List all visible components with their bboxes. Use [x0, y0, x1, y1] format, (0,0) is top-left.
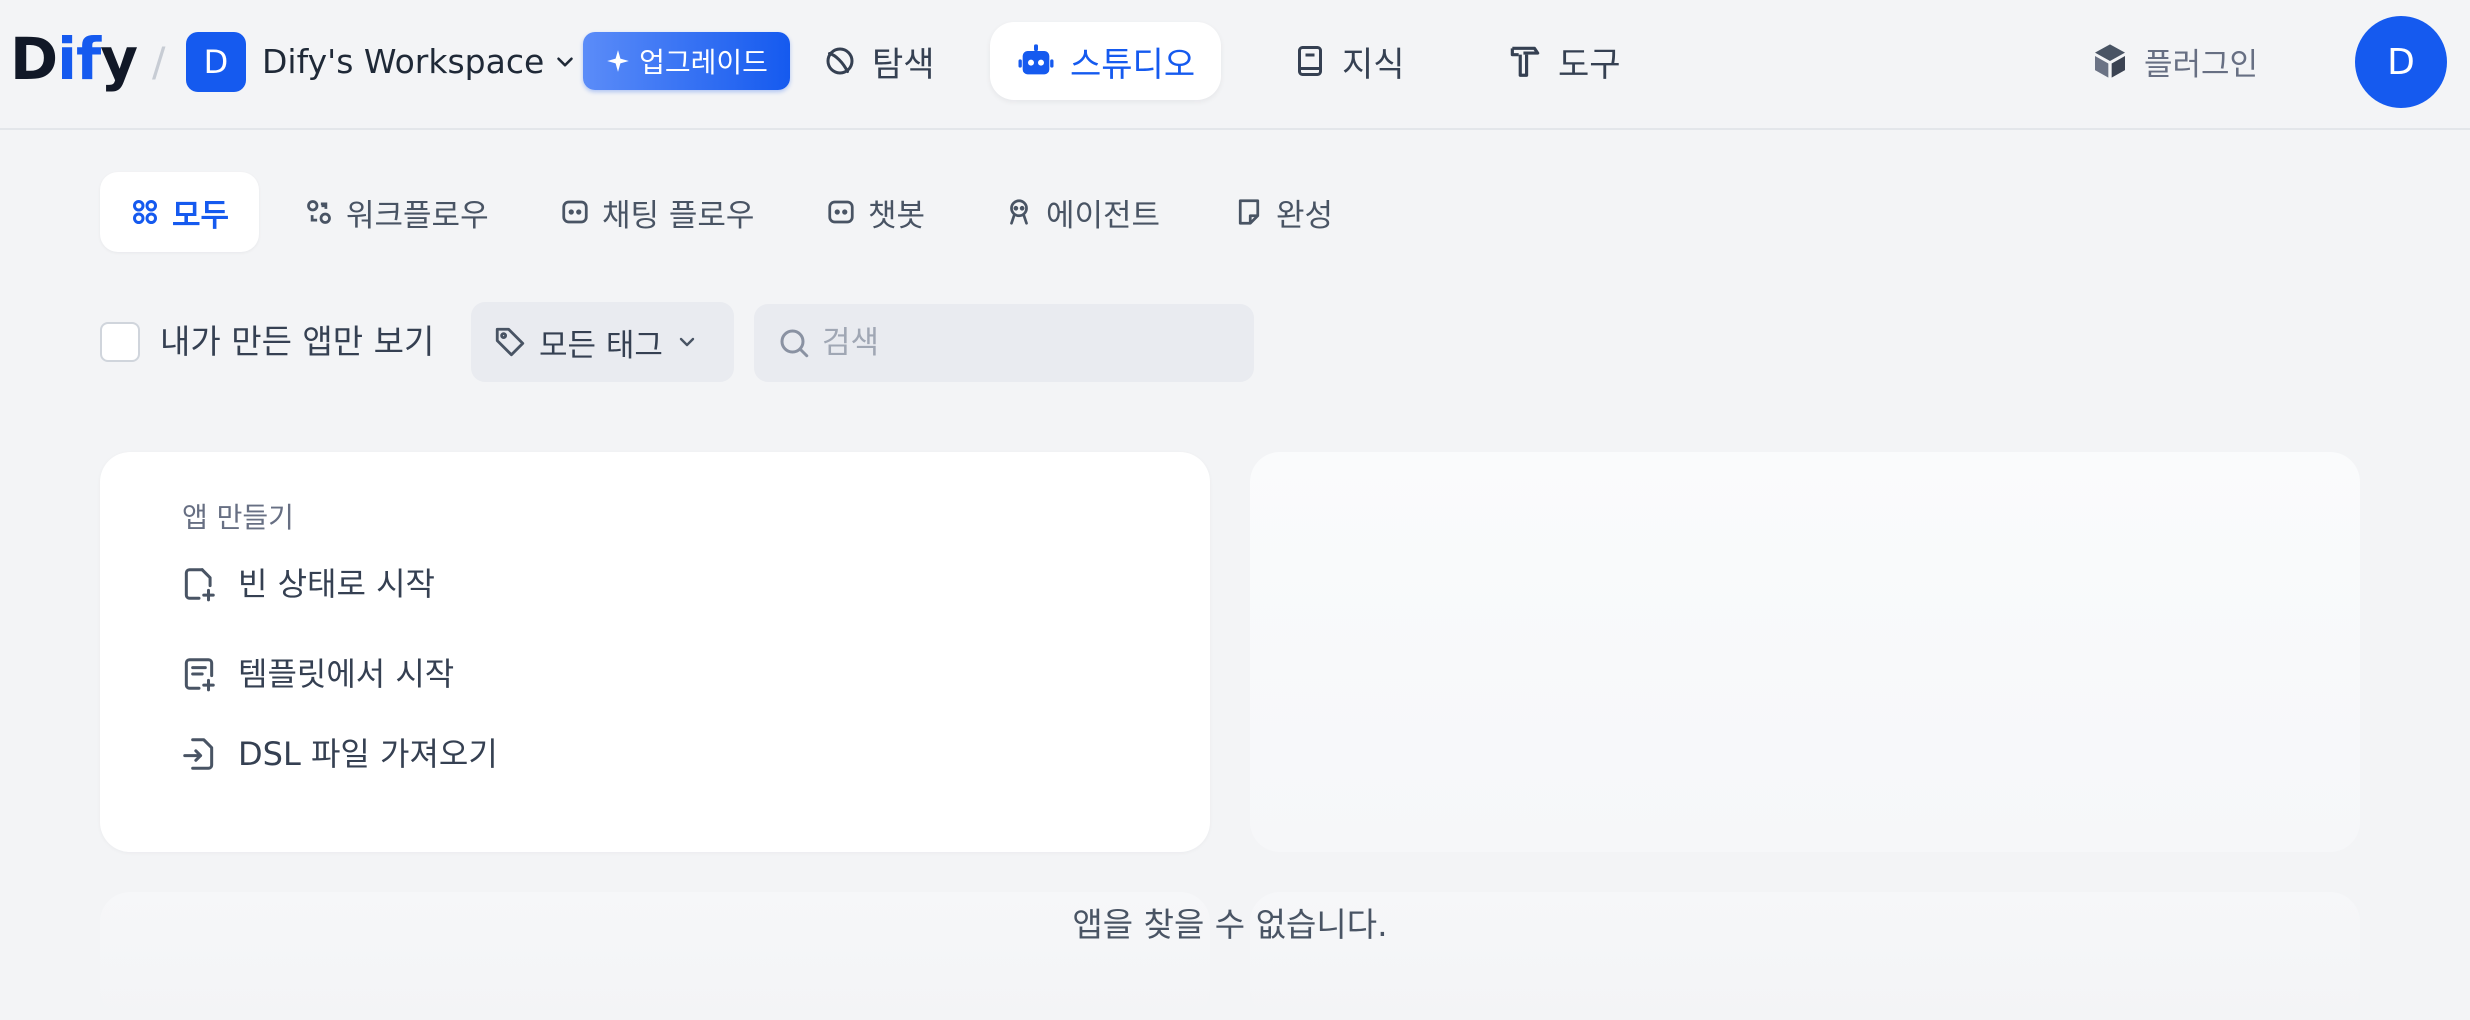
category-tab-label: 워크플로우 [346, 197, 489, 234]
import-icon [183, 738, 214, 770]
tag-filter-select[interactable]: 모든 태그 [471, 302, 734, 382]
cube-icon [2095, 44, 2125, 78]
category-tab-all[interactable]: 모두 [100, 172, 260, 252]
nav-studio[interactable]: 스튜디오 [990, 22, 1222, 100]
import-dsl-label: DSL 파일 가져오기 [238, 735, 498, 773]
category-tab-chatbot[interactable]: 챗봇 [796, 172, 955, 252]
workflow-icon [307, 200, 331, 224]
logo-part: y [100, 25, 138, 93]
import-dsl-button[interactable]: DSL 파일 가져오기 [180, 732, 498, 776]
search-input[interactable] [822, 325, 1222, 361]
agent-icon [1010, 199, 1028, 225]
empty-state-message: 앱을 찾을 수 없습니다. [1072, 905, 1388, 944]
search-icon [780, 329, 809, 358]
create-blank-button[interactable]: 빈 상태로 시작 [180, 562, 435, 606]
create-from-template-label: 템플릿에서 시작 [238, 655, 455, 693]
chevron-down-icon [557, 57, 574, 67]
category-tab-label: 채팅 플로우 [602, 197, 755, 234]
category-tab-completion[interactable]: 완성 [1204, 172, 1363, 252]
sparkle-icon [607, 50, 629, 72]
plugins-button[interactable]: 플러그인 [2090, 36, 2258, 86]
upgrade-button[interactable]: 업그레이드 [583, 32, 790, 90]
mine-only-label[interactable]: 내가 만든 앱만 보기 [160, 320, 434, 364]
mine-only-checkbox[interactable] [100, 322, 140, 362]
logo-part-accent: if [57, 25, 101, 93]
robot-icon [1018, 44, 1054, 75]
category-tab-label: 완성 [1276, 197, 1334, 234]
create-app-card: 앱 만들기 빈 상태로 시작 템플릿에서 시작 DSL 파일 가져오기 [100, 452, 1210, 852]
chevron-down-icon [679, 337, 695, 347]
breadcrumb-divider: / [152, 40, 166, 86]
user-avatar[interactable]: D [2355, 16, 2447, 108]
book-icon [1298, 46, 1322, 76]
completion-icon [1238, 199, 1260, 225]
category-tab-label: 에이전트 [1046, 197, 1161, 234]
plugins-label: 플러그인 [2144, 46, 2259, 83]
nav-explore[interactable]: 탐색 [796, 22, 961, 100]
chat-flow-icon [562, 200, 588, 224]
upgrade-label: 업그레이드 [639, 46, 768, 79]
nav-tools[interactable]: 도구 [1480, 22, 1647, 100]
nav-explore-label: 탐색 [872, 44, 935, 85]
create-app-title: 앱 만들기 [182, 501, 294, 534]
create-from-template-button[interactable]: 템플릿에서 시작 [180, 652, 454, 696]
search-box[interactable] [754, 304, 1254, 382]
category-tab-chatflow[interactable]: 채팅 플로우 [530, 172, 784, 252]
file-plus-icon [184, 568, 215, 602]
nav-knowledge-label: 지식 [1342, 44, 1405, 85]
category-tab-agent[interactable]: 에이전트 [974, 172, 1190, 252]
nav-knowledge[interactable]: 지식 [1266, 22, 1431, 100]
hammer-icon [1510, 46, 1540, 77]
create-blank-label: 빈 상태로 시작 [238, 565, 435, 603]
category-tab-label: 모두 [172, 197, 230, 234]
logo-part: D [10, 25, 58, 93]
category-tab-workflow[interactable]: 워크플로우 [274, 172, 519, 252]
workspace-switcher[interactable]: Dify's Workspace [262, 40, 578, 84]
placeholder-card [1250, 452, 2360, 852]
tag-icon [495, 327, 525, 357]
explore-icon [826, 47, 854, 75]
grid-icon [132, 199, 158, 225]
template-icon [184, 658, 215, 692]
tag-filter-label: 모든 태그 [539, 327, 663, 364]
nav-tools-label: 도구 [1558, 44, 1621, 85]
workspace-name: Dify's Workspace [262, 42, 545, 81]
category-tab-label: 챗봇 [868, 197, 926, 234]
workspace-avatar[interactable]: D [186, 32, 246, 92]
top-header: Dify / D Dify's Workspace 업그레이드 탐색 스튜디오 … [0, 0, 2470, 130]
nav-studio-label: 스튜디오 [1070, 44, 1196, 85]
dify-logo[interactable]: Dify [10, 24, 138, 94]
chatbot-icon [828, 200, 854, 224]
